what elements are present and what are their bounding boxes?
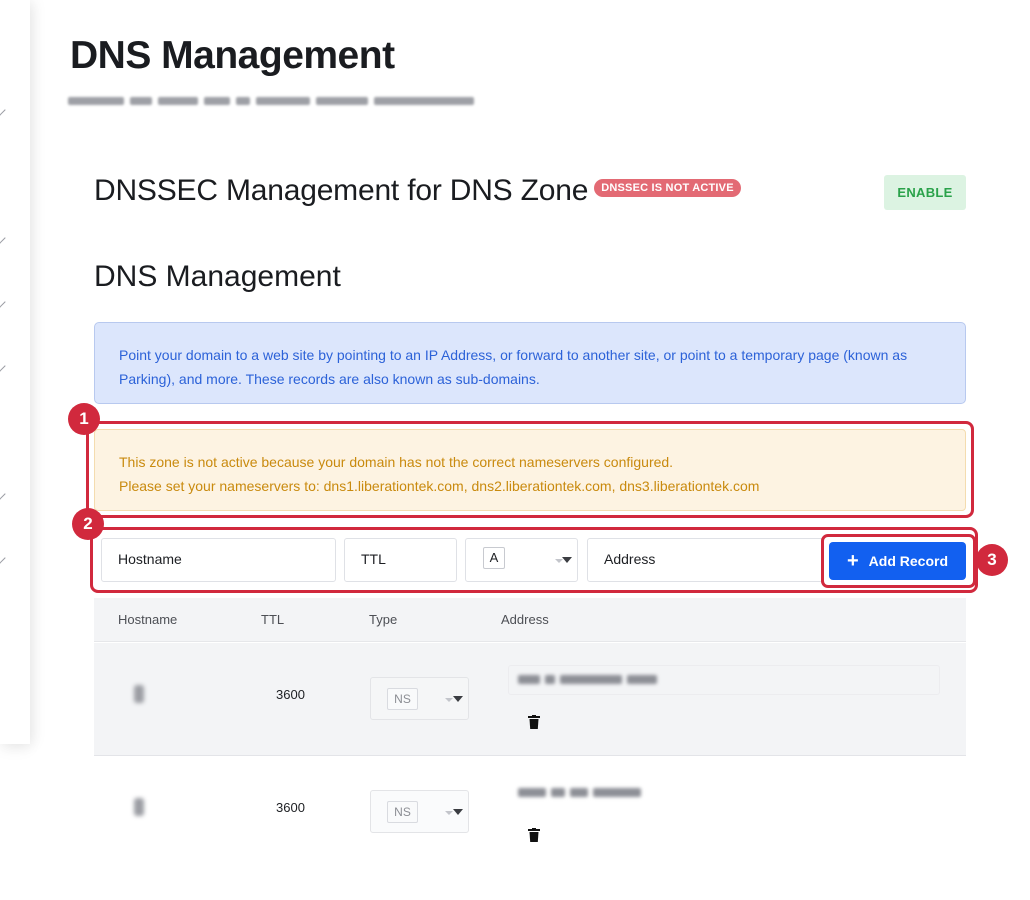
address-cell [518,673,657,687]
ttl-cell: 3600 [276,800,305,815]
select-arrow-icon [445,811,453,815]
add-record-button[interactable]: + Add Record [829,542,966,580]
info-alert: Point your domain to a web site by point… [94,322,966,404]
annotation-marker-2: 2 [72,508,104,540]
type-value: NS [387,688,418,710]
trash-icon[interactable] [528,715,540,729]
status-badge: DNSSEC IS NOT ACTIVE [594,179,741,198]
table-row: 3600 NS [94,643,966,756]
annotation-marker-3: 3 [976,544,1008,576]
page-title: DNS Management [70,34,395,77]
chevron-down-icon [453,809,463,815]
ttl-input[interactable]: TTL [344,538,457,582]
dnssec-title: DNSSEC Management for DNS Zone DNSSEC IS … [94,174,741,208]
type-select-value: A [483,547,505,569]
dns-section-title: DNS Management [94,260,341,293]
add-record-label: Add Record [868,553,949,569]
type-select[interactable]: NS [370,790,469,833]
enable-dnssec-button[interactable]: ENABLE [884,175,966,210]
chevron-down-icon [453,696,463,702]
chevron-down-icon[interactable] [0,360,6,372]
chevron-down-icon[interactable] [0,232,6,244]
select-arrow-icon [445,698,453,702]
column-header-ttl: TTL [261,612,285,627]
warning-alert: This zone is not active because your dom… [94,429,966,511]
annotation-marker-1: 1 [68,403,100,435]
address-cell [518,786,641,800]
plus-icon: + [846,550,859,572]
hostname-input[interactable]: Hostname [101,538,336,582]
ttl-cell: 3600 [276,687,305,702]
type-value: NS [387,801,418,823]
chevron-down-icon [562,557,572,563]
trash-icon[interactable] [528,828,540,842]
breadcrumb[interactable] [68,95,474,107]
column-header-address: Address [501,612,549,627]
hostname-cell [134,685,144,703]
warning-line-2: Please set your nameservers to: dns1.lib… [119,478,760,494]
hostname-cell [134,798,144,816]
records-table-header: Hostname TTL Type Address [94,598,966,642]
sidebar [0,0,30,744]
chevron-down-icon[interactable] [0,296,6,308]
address-input[interactable]: Address [587,538,823,582]
dnssec-title-text: DNSSEC Management for DNS Zone [94,174,589,207]
column-header-hostname: Hostname [118,612,178,627]
chevron-down-icon[interactable] [0,104,6,116]
column-header-type: Type [369,612,398,627]
table-row: 3600 NS [94,756,966,869]
chevron-down-icon[interactable] [0,552,6,564]
warning-line-1: This zone is not active because your dom… [119,454,674,470]
chevron-down-icon[interactable] [0,488,6,500]
type-select[interactable]: NS [370,677,469,720]
